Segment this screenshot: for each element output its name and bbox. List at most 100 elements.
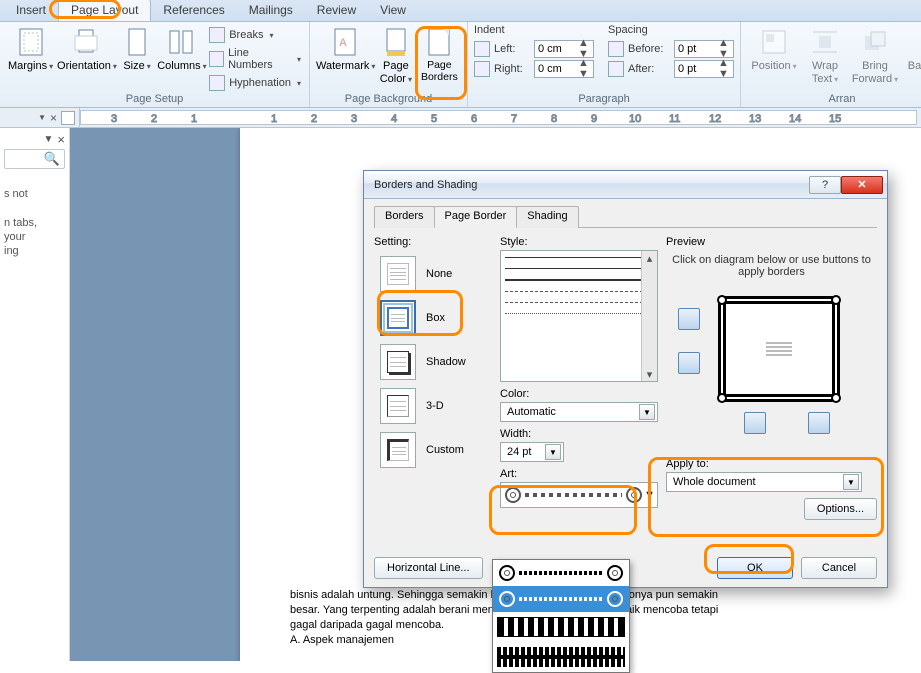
scrollbar[interactable]: ▴▾ bbox=[641, 251, 657, 381]
watermark-button[interactable]: A Watermark▾ bbox=[316, 24, 374, 74]
setting-3d[interactable]: 3-D bbox=[374, 384, 492, 428]
search-icon: 🔍 bbox=[44, 151, 60, 167]
svg-text:5: 5 bbox=[431, 113, 437, 124]
art-combo[interactable]: ▼ bbox=[500, 482, 658, 508]
menu-references[interactable]: References bbox=[151, 0, 236, 21]
color-combo[interactable]: Automatic▼ bbox=[500, 402, 658, 422]
size-button[interactable]: Size▾ bbox=[119, 24, 155, 74]
columns-button[interactable]: Columns▾ bbox=[157, 24, 205, 74]
dropdown-icon[interactable]: ▼ bbox=[38, 113, 46, 122]
border-left-toggle[interactable] bbox=[744, 412, 766, 434]
orientation-button[interactable]: Orientation▾ bbox=[57, 24, 117, 74]
setting-shadow[interactable]: Shadow bbox=[374, 340, 492, 384]
svg-text:10: 10 bbox=[629, 113, 641, 124]
menu-mailings[interactable]: Mailings bbox=[237, 0, 305, 21]
menu-view[interactable]: View bbox=[368, 0, 418, 21]
hyphenation-button[interactable]: Hyphenation▾ bbox=[207, 74, 303, 92]
svg-text:2: 2 bbox=[311, 113, 317, 124]
horizontal-ruler[interactable]: 321 1234 5678 9101112 131415 bbox=[80, 110, 917, 125]
nav-search-input[interactable]: 🔍 bbox=[4, 149, 65, 169]
art-label: Art: bbox=[500, 468, 658, 480]
group-arrange: Arran bbox=[747, 92, 921, 107]
tab-page-border[interactable]: Page Border bbox=[434, 206, 518, 228]
navigation-pane: ▼× 🔍 s not n tabs, your ing bbox=[0, 128, 70, 661]
margins-icon bbox=[15, 26, 47, 58]
indent-right-field[interactable]: 0 cm▲▼ bbox=[534, 60, 594, 78]
indent-left-label: Left: bbox=[494, 43, 530, 55]
spacing-before-label: Before: bbox=[628, 43, 670, 55]
border-right-toggle[interactable] bbox=[808, 412, 830, 434]
nav-dropdown-icon[interactable]: ▼ bbox=[44, 134, 54, 145]
apply-to-label: Apply to: bbox=[666, 458, 877, 470]
line-numbers-button[interactable]: Line Numbers▾ bbox=[207, 46, 303, 72]
send-back-button[interactable]: Back bbox=[903, 24, 921, 75]
options-button[interactable]: Options... bbox=[804, 498, 877, 520]
spacing-after-label: After: bbox=[628, 63, 670, 75]
style-label: Style: bbox=[500, 236, 658, 248]
dialog-titlebar[interactable]: Borders and Shading ? ✕ bbox=[364, 171, 887, 199]
close-x-icon: ✕ bbox=[857, 178, 866, 191]
svg-text:3: 3 bbox=[351, 113, 357, 124]
indent-left-field[interactable]: 0 cm▲▼ bbox=[534, 40, 594, 58]
wrap-text-button[interactable]: Wrap Text▾ bbox=[803, 24, 847, 87]
svg-text:3: 3 bbox=[111, 113, 117, 124]
hyphenation-icon bbox=[209, 75, 225, 91]
setting-label: Setting: bbox=[374, 236, 492, 248]
help-icon: ? bbox=[822, 179, 828, 191]
svg-text:14: 14 bbox=[789, 113, 801, 124]
svg-text:9: 9 bbox=[591, 113, 597, 124]
breaks-button[interactable]: Breaks▾ bbox=[207, 26, 303, 44]
watermark-icon: A bbox=[329, 26, 361, 58]
tab-shading[interactable]: Shading bbox=[516, 206, 578, 228]
apply-to-combo[interactable]: Whole document▼ bbox=[666, 472, 862, 492]
wrap-text-icon bbox=[809, 26, 841, 58]
style-list[interactable]: ▴▾ bbox=[500, 250, 658, 382]
svg-text:4: 4 bbox=[391, 113, 397, 124]
spacing-before-icon bbox=[608, 41, 624, 57]
border-bottom-toggle[interactable] bbox=[678, 352, 700, 374]
close-button[interactable]: ✕ bbox=[841, 176, 883, 194]
spacing-after-field[interactable]: 0 pt▲▼ bbox=[674, 60, 734, 78]
border-top-toggle[interactable] bbox=[678, 308, 700, 330]
cancel-button[interactable]: Cancel bbox=[801, 557, 877, 579]
page-color-icon bbox=[380, 26, 412, 58]
indent-header: Indent bbox=[474, 24, 594, 38]
svg-text:8: 8 bbox=[551, 113, 557, 124]
dialog-title: Borders and Shading bbox=[374, 179, 477, 191]
ribbon: Margins▾ Orientation▾ Size▾ Columns▾ Bre… bbox=[0, 22, 921, 108]
position-button[interactable]: Position▾ bbox=[747, 24, 801, 74]
svg-text:11: 11 bbox=[669, 113, 680, 124]
setting-none[interactable]: None bbox=[374, 252, 492, 296]
tab-borders[interactable]: Borders bbox=[374, 206, 435, 228]
chevron-down-icon: ▼ bbox=[545, 444, 561, 460]
nav-close-icon[interactable]: × bbox=[57, 132, 65, 147]
spacing-before-field[interactable]: 0 pt▲▼ bbox=[674, 40, 734, 58]
horizontal-line-button[interactable]: Horizontal Line... bbox=[374, 557, 483, 579]
svg-text:7: 7 bbox=[511, 113, 517, 124]
art-dropdown-list[interactable] bbox=[492, 559, 630, 673]
ok-button[interactable]: OK bbox=[717, 557, 793, 579]
close-icon[interactable]: × bbox=[50, 111, 57, 125]
page-borders-button[interactable]: Page Borders bbox=[418, 24, 461, 85]
width-combo[interactable]: 24 pt▼ bbox=[500, 442, 564, 462]
breaks-icon bbox=[209, 27, 225, 43]
indent-right-icon bbox=[474, 61, 490, 77]
margins-button[interactable]: Margins▾ bbox=[6, 24, 55, 74]
preview-diagram[interactable] bbox=[666, 284, 877, 424]
svg-text:13: 13 bbox=[749, 113, 761, 124]
spacing-after-icon bbox=[608, 61, 624, 77]
main-menu: Insert Page Layout References Mailings R… bbox=[0, 0, 921, 22]
svg-text:1: 1 bbox=[271, 113, 277, 124]
send-back-icon bbox=[904, 26, 921, 58]
setting-custom[interactable]: Custom bbox=[374, 428, 492, 472]
setting-box[interactable]: Box bbox=[374, 296, 492, 340]
line-numbers-icon bbox=[209, 51, 224, 67]
help-button[interactable]: ? bbox=[809, 176, 841, 194]
menu-page-layout[interactable]: Page Layout bbox=[58, 0, 151, 21]
menu-insert[interactable]: Insert bbox=[4, 0, 58, 21]
page-color-button[interactable]: Page Color▾ bbox=[376, 24, 416, 87]
bring-forward-button[interactable]: Bring Forward▾ bbox=[849, 24, 901, 87]
svg-text:12: 12 bbox=[709, 113, 721, 124]
ruler-toggle[interactable] bbox=[61, 111, 75, 125]
menu-review[interactable]: Review bbox=[305, 0, 368, 21]
